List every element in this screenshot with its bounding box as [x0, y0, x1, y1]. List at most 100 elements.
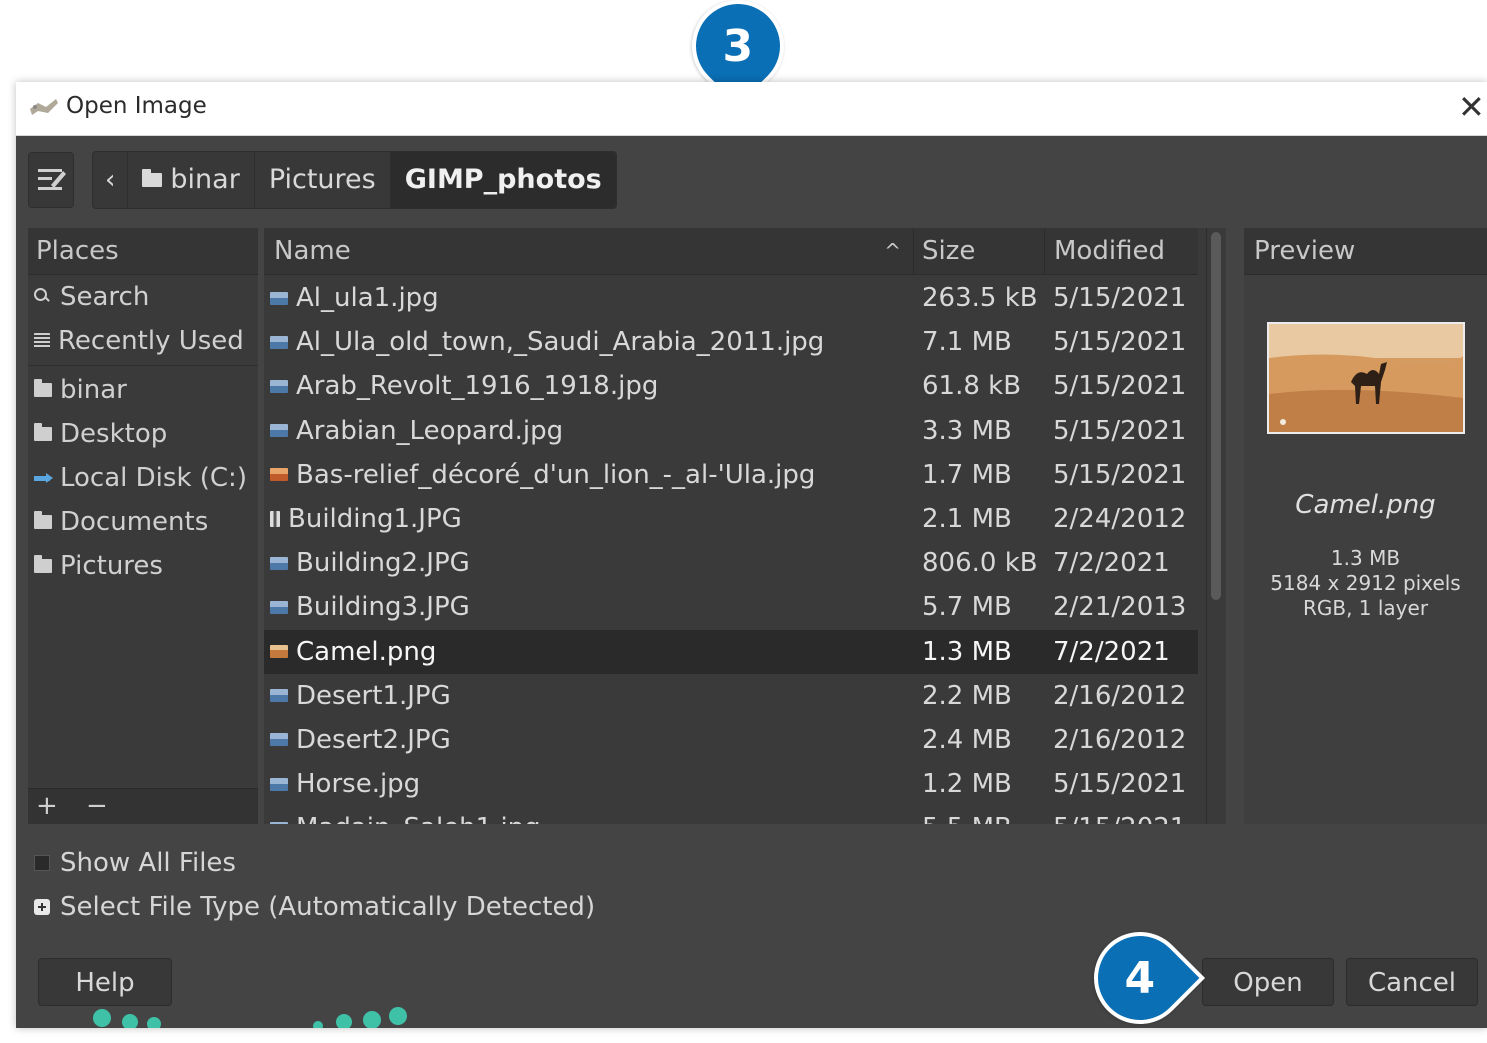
table-row[interactable]: Al_Ula_old_town,_Saudi_Arabia_2011.jpg 7.…	[264, 320, 1198, 364]
file-modified: 5/15/2021	[1053, 327, 1187, 358]
table-row[interactable]: Building1.JPG 2.1 MB 2/24/2012	[264, 497, 1198, 541]
file-size: 3.3 MB	[922, 415, 1012, 446]
file-size: 2.1 MB	[922, 503, 1012, 534]
show-all-files-label: Show All Files	[60, 848, 236, 878]
places-item-label: Local Disk (C:)	[60, 463, 247, 493]
places-panel: Places Search Recently Used binar Deskto…	[28, 228, 258, 824]
file-rows: Al_ula1.jpg 263.5 kB 5/15/2021 Al_Ula_old_…	[264, 276, 1198, 824]
file-modified: 2/16/2012	[1053, 680, 1187, 711]
file-list-scrollbar[interactable]	[1206, 228, 1225, 824]
preview-panel: Preview Camel.png 1.3 MB 5184 x 2912 pix…	[1244, 228, 1487, 824]
image-file-icon	[270, 600, 288, 614]
preview-thumbnail	[1267, 322, 1465, 434]
image-file-icon	[270, 689, 288, 703]
file-name: Horse.jpg	[296, 769, 421, 800]
image-file-icon	[270, 821, 288, 824]
image-file-icon	[270, 424, 288, 438]
file-list: Name ^ Size Modified Al_ula1.jpg 263.5 kB…	[264, 228, 1226, 824]
places-header: Places	[28, 228, 258, 275]
path-segment-label: binar	[170, 164, 240, 195]
file-name: Desert2.JPG	[296, 724, 451, 755]
places-item-desktop[interactable]: Desktop	[28, 412, 258, 456]
file-modified: 5/15/2021	[1053, 371, 1187, 402]
table-row[interactable]: Desert1.JPG 2.2 MB 2/16/2012	[264, 674, 1198, 718]
folder-icon	[34, 555, 52, 573]
image-file-icon	[270, 510, 280, 527]
file-list-header: Name ^ Size Modified	[264, 228, 1198, 275]
path-segment-pictures[interactable]: Pictures	[255, 152, 391, 208]
preview-size: 1.3 MB	[1330, 546, 1401, 570]
table-row[interactable]: Arabian_Leopard.jpg 3.3 MB 5/15/2021	[264, 409, 1198, 453]
column-size[interactable]: Size	[914, 228, 1045, 274]
edit-icon	[38, 169, 66, 190]
image-file-icon	[270, 468, 288, 482]
title-bar: Open Image ✕	[16, 82, 1487, 136]
table-row[interactable]: Arab_Revolt_1916_1918.jpg 61.8 kB 5/15/202…	[264, 364, 1198, 408]
table-row[interactable]: Desert2.JPG 2.4 MB 2/16/2012	[264, 718, 1198, 762]
gimp-icon	[30, 99, 58, 115]
preview-info: 1.3 MB 5184 x 2912 pixels RGB, 1 layer	[1244, 546, 1487, 621]
column-name[interactable]: Name ^	[264, 228, 914, 274]
file-size: 5.7 MB	[922, 592, 1012, 623]
table-row[interactable]: Madain_Saleh1.jpg 5.5 MB 5/15/2021	[264, 806, 1198, 824]
table-row-selected[interactable]: Camel.png 1.3 MB 7/2/2021	[264, 629, 1198, 674]
places-item-label: Search	[60, 282, 150, 312]
file-modified: 5/15/2021	[1053, 459, 1187, 490]
file-modified: 5/15/2021	[1053, 806, 1186, 824]
file-modified: 5/15/2021	[1053, 283, 1187, 313]
file-modified: 2/24/2012	[1053, 503, 1187, 534]
cancel-button[interactable]: Cancel	[1346, 958, 1478, 1006]
chevron-left-icon: ‹	[105, 165, 116, 195]
file-name: Madain_Saleh1.jpg	[296, 806, 541, 824]
places-item-pictures[interactable]: Pictures	[28, 544, 258, 588]
file-modified: 2/16/2012	[1053, 724, 1187, 755]
column-modified[interactable]: Modified	[1045, 228, 1198, 274]
places-item-documents[interactable]: Documents	[28, 500, 258, 544]
file-size: 2.2 MB	[922, 680, 1012, 711]
path-segment-gimp-photos[interactable]: GIMP_photos	[390, 152, 616, 208]
path-bar: ‹ binar Pictures GIMP_photos	[92, 151, 617, 209]
window-title: Open Image	[66, 93, 207, 119]
file-name: Building3.JPG	[296, 592, 470, 623]
open-button[interactable]: Open	[1202, 958, 1334, 1006]
table-row[interactable]: Building3.JPG 5.7 MB 2/21/2013	[264, 585, 1198, 629]
places-item-binar[interactable]: binar	[28, 368, 258, 412]
path-segment-label: GIMP_photos	[404, 164, 602, 195]
preview-filename: Camel.png	[1295, 490, 1436, 520]
image-file-icon	[270, 379, 288, 393]
close-icon[interactable]: ✕	[1458, 87, 1485, 127]
scrollbar-thumb[interactable]	[1211, 232, 1221, 600]
show-all-files-checkbox[interactable]	[34, 855, 50, 871]
decorative-dots	[93, 1007, 407, 1028]
file-name: Al_ula1.jpg	[296, 283, 439, 313]
recent-icon	[34, 333, 50, 349]
show-all-files-option[interactable]: Show All Files	[34, 848, 236, 878]
image-file-icon	[270, 556, 288, 570]
file-name: Camel.png	[296, 636, 437, 667]
table-row[interactable]: Bas-relief_décoré_d'un_lion_-_al-'Ula.jp…	[264, 453, 1198, 497]
places-item-label: Pictures	[60, 551, 163, 581]
table-row[interactable]: Horse.jpg 1.2 MB 5/15/2021	[264, 762, 1198, 806]
places-item-local-disk[interactable]: Local Disk (C:)	[28, 456, 258, 500]
places-add-remove-buttons[interactable]: + −	[28, 788, 258, 824]
table-row[interactable]: Building2.JPG 806.0 kB 7/2/2021	[264, 541, 1198, 585]
preview-mode: RGB, 1 layer	[1302, 596, 1429, 620]
file-name: Arab_Revolt_1916_1918.jpg	[296, 371, 659, 402]
places-item-search[interactable]: Search	[28, 275, 258, 319]
edit-location-button[interactable]	[28, 152, 74, 208]
search-icon	[34, 288, 52, 306]
file-name: Building1.JPG	[288, 503, 462, 534]
path-back-button[interactable]: ‹	[93, 152, 129, 208]
camel-image	[1269, 324, 1463, 432]
disk-icon	[34, 471, 53, 485]
file-name: Desert1.JPG	[296, 680, 451, 711]
file-modified: 5/15/2021	[1053, 415, 1187, 446]
file-size: 1.2 MB	[922, 769, 1012, 800]
table-row[interactable]: Al_ula1.jpg 263.5 kB 5/15/2021	[264, 276, 1198, 320]
places-item-label: Desktop	[60, 419, 168, 449]
places-item-recently-used[interactable]: Recently Used	[28, 319, 258, 363]
path-segment-binar[interactable]: binar	[128, 152, 255, 208]
help-button[interactable]: Help	[38, 958, 172, 1006]
select-file-type-expander[interactable]: Select File Type (Automatically Detected…	[34, 892, 595, 922]
file-modified: 7/2/2021	[1053, 548, 1170, 579]
